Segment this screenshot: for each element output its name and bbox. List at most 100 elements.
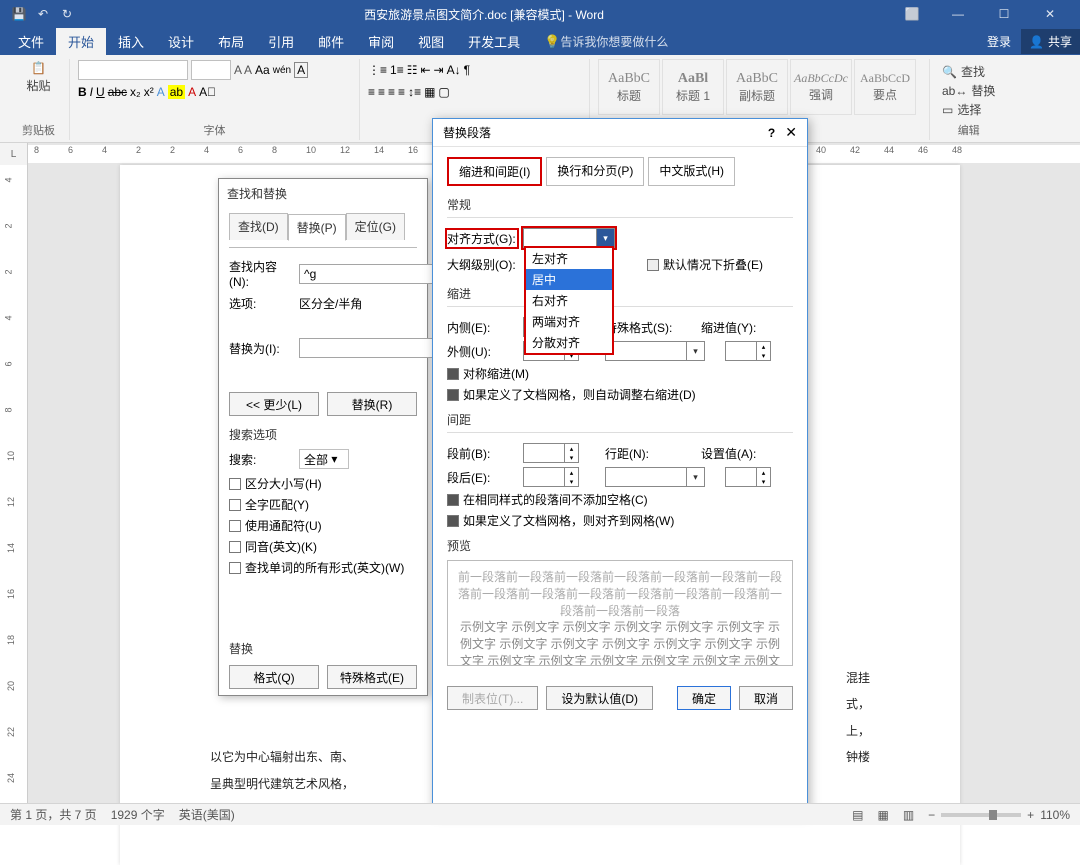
tab-home[interactable]: 开始	[56, 28, 106, 55]
format-button[interactable]: 格式(Q)	[229, 665, 319, 689]
tab-find[interactable]: 查找(D)	[229, 213, 288, 240]
less-button[interactable]: << 更少(L)	[229, 392, 319, 416]
numbering-icon[interactable]: 1≡	[390, 63, 404, 77]
align-option-justify[interactable]: 两端对齐	[526, 311, 612, 332]
tab-goto[interactable]: 定位(G)	[346, 213, 405, 240]
save-icon[interactable]: 💾	[8, 3, 30, 25]
tab-review[interactable]: 审阅	[356, 28, 406, 55]
paste-button[interactable]: 📋粘贴	[16, 59, 61, 96]
align-option-distributed[interactable]: 分散对齐	[526, 332, 612, 353]
minimize-icon[interactable]: —	[936, 0, 980, 28]
align-left-icon[interactable]: ≡	[368, 85, 375, 99]
snap-to-grid-check[interactable]: 如果定义了文档网格，则对齐到网格(W)	[447, 512, 793, 529]
help-icon[interactable]: ?	[768, 126, 775, 140]
borders-icon[interactable]: ▢	[438, 85, 449, 99]
line-spacing-select[interactable]: ▾	[605, 467, 705, 487]
collapse-check[interactable]: 默认情况下折叠(E)	[647, 256, 763, 273]
font-grow-shrink[interactable]: A A	[234, 63, 252, 77]
shading-icon[interactable]: ▦	[424, 85, 435, 99]
char-shading-icon[interactable]: A⃝	[199, 85, 216, 99]
align-option-right[interactable]: 右对齐	[526, 290, 612, 311]
text-effects-icon[interactable]: A	[157, 85, 165, 99]
zoom-slider[interactable]	[941, 813, 1021, 817]
special-format-button[interactable]: 特殊格式(E)	[327, 665, 417, 689]
share-button[interactable]: 👤 共享	[1021, 29, 1080, 54]
align-option-center[interactable]: 居中	[526, 269, 612, 290]
select-button[interactable]: ▭ 选择	[942, 101, 995, 118]
align-option-left[interactable]: 左对齐	[526, 248, 612, 269]
check-all-word-forms[interactable]: 查找单词的所有形式(英文)(W)	[229, 559, 417, 576]
redo-icon[interactable]: ↻	[56, 3, 78, 25]
tab-view[interactable]: 视图	[406, 28, 456, 55]
decrease-indent-icon[interactable]: ⇤	[420, 63, 430, 77]
vertical-ruler[interactable]: 4224681012141618202224	[0, 165, 28, 805]
tab-line-page-breaks[interactable]: 换行和分页(P)	[546, 157, 644, 186]
view-read-icon[interactable]: ▤	[852, 808, 863, 822]
bold-button[interactable]: B	[78, 85, 87, 99]
ok-button[interactable]: 确定	[677, 686, 731, 710]
tell-me[interactable]: 告诉我你想要做什么	[560, 33, 668, 50]
justify-icon[interactable]: ≡	[398, 85, 405, 99]
space-before-spinner[interactable]: ▴▾	[523, 443, 579, 463]
zoom-in-icon[interactable]: +	[1027, 808, 1034, 822]
dialog-close-icon[interactable]: ✕	[785, 124, 797, 141]
phonetic-icon[interactable]: wén	[273, 65, 291, 76]
no-space-same-style-check[interactable]: 在相同样式的段落间不添加空格(C)	[447, 491, 793, 508]
tab-developer[interactable]: 开发工具	[456, 28, 532, 55]
styles-gallery[interactable]: AaBbC标题 AaBl标题 1 AaBbC副标题 AaBbCcDc强调 AaB…	[598, 59, 921, 115]
do-replace-button[interactable]: 替换(R)	[327, 392, 417, 416]
check-sounds-like[interactable]: 同音(英文)(K)	[229, 538, 417, 555]
tab-mailings[interactable]: 邮件	[306, 28, 356, 55]
tab-asian-typography[interactable]: 中文版式(H)	[648, 157, 735, 186]
tab-design[interactable]: 设计	[156, 28, 206, 55]
zoom-level[interactable]: 110%	[1040, 808, 1070, 822]
ribbon-display-icon[interactable]: ⬜	[890, 0, 934, 28]
set-default-button[interactable]: 设为默认值(D)	[546, 686, 653, 710]
check-wildcards[interactable]: 使用通配符(U)	[229, 517, 417, 534]
login-button[interactable]: 登录	[977, 33, 1021, 50]
tab-insert[interactable]: 插入	[106, 28, 156, 55]
maximize-icon[interactable]: ☐	[982, 0, 1026, 28]
increase-indent-icon[interactable]: ⇥	[434, 63, 444, 77]
font-size-select[interactable]	[191, 60, 231, 80]
font-family-select[interactable]	[78, 60, 188, 80]
italic-button[interactable]: I	[90, 85, 93, 99]
underline-button[interactable]: U	[96, 85, 105, 99]
language-indicator[interactable]: 英语(美国)	[179, 806, 235, 823]
tab-references[interactable]: 引用	[256, 28, 306, 55]
search-direction-select[interactable]: 全部 ▾	[299, 449, 349, 469]
view-print-icon[interactable]: ▦	[877, 808, 888, 822]
replace-button[interactable]: ab↔ 替换	[942, 82, 995, 99]
zoom-out-icon[interactable]: −	[928, 808, 935, 822]
char-border-icon[interactable]: A	[294, 62, 308, 78]
close-icon[interactable]: ✕	[1028, 0, 1072, 28]
superscript-button[interactable]: x²	[144, 85, 154, 99]
check-whole-word[interactable]: 全字匹配(Y)	[229, 496, 417, 513]
word-count[interactable]: 1929 个字	[111, 806, 165, 823]
view-web-icon[interactable]: ▥	[903, 808, 914, 822]
line-spacing-icon[interactable]: ↕≡	[408, 85, 421, 99]
show-marks-icon[interactable]: ¶	[464, 63, 470, 77]
bullets-icon[interactable]: ⋮≡	[368, 63, 387, 77]
subscript-button[interactable]: x₂	[130, 85, 141, 99]
font-color-icon[interactable]: A	[188, 85, 196, 99]
mirror-indent-check[interactable]: 对称缩进(M)	[447, 365, 793, 382]
find-button[interactable]: 🔍 查找	[942, 63, 995, 80]
align-right-icon[interactable]: ≡	[388, 85, 395, 99]
special-format-select[interactable]: ▾	[605, 341, 705, 361]
tab-indent-spacing[interactable]: 缩进和间距(I)	[447, 157, 542, 186]
multilevel-icon[interactable]: ☷	[407, 63, 418, 77]
sort-icon[interactable]: A↓	[447, 63, 461, 77]
space-after-spinner[interactable]: ▴▾	[523, 467, 579, 487]
auto-adjust-right-indent-check[interactable]: 如果定义了文档网格，则自动调整右缩进(D)	[447, 386, 793, 403]
align-center-icon[interactable]: ≡	[378, 85, 385, 99]
change-case-icon[interactable]: Aa	[255, 63, 270, 77]
strike-button[interactable]: abc	[108, 85, 127, 99]
page-indicator[interactable]: 第 1 页，共 7 页	[10, 806, 97, 823]
tab-replace[interactable]: 替换(P)	[288, 214, 346, 241]
tab-layout[interactable]: 布局	[206, 28, 256, 55]
tabs-button[interactable]: 制表位(T)...	[447, 686, 538, 710]
cancel-button[interactable]: 取消	[739, 686, 793, 710]
undo-icon[interactable]: ↶	[32, 3, 54, 25]
highlight-icon[interactable]: ab	[168, 85, 185, 99]
